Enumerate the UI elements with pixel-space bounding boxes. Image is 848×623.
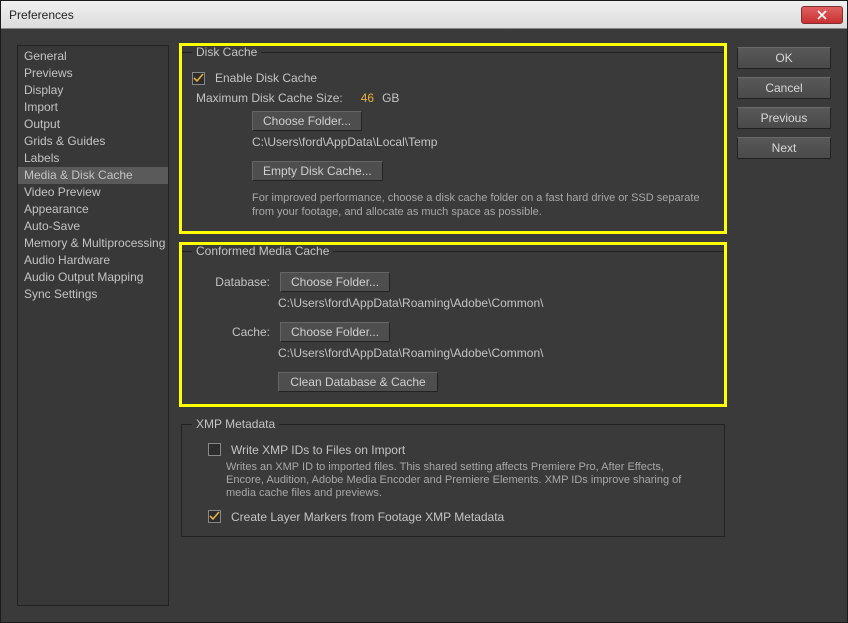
category-sidebar: GeneralPreviewsDisplayImportOutputGrids …	[17, 45, 169, 606]
enable-disk-cache-row: Enable Disk Cache	[192, 71, 714, 85]
check-icon	[193, 73, 204, 84]
clean-database-cache-button[interactable]: Clean Database & Cache	[278, 372, 438, 392]
disk-cache-choose-folder-row: Choose Folder...	[192, 111, 714, 131]
disk-cache-path-row: C:\Users\ford\AppData\Local\Temp	[192, 135, 714, 149]
cache-path: C:\Users\ford\AppData\Roaming\Adobe\Comm…	[278, 346, 543, 360]
close-icon	[817, 10, 827, 20]
cache-row: Cache: Choose Folder...	[192, 322, 714, 342]
cache-label: Cache:	[192, 325, 270, 339]
write-xmp-ids-label: Write XMP IDs to Files on Import	[231, 443, 405, 457]
empty-disk-cache-button[interactable]: Empty Disk Cache...	[252, 161, 383, 181]
disk-cache-path: C:\Users\ford\AppData\Local\Temp	[252, 135, 437, 149]
database-row: Database: Choose Folder...	[192, 272, 714, 292]
max-cache-size-label: Maximum Disk Cache Size:	[196, 91, 343, 105]
max-cache-size-row: Maximum Disk Cache Size: 46 GB	[192, 91, 714, 105]
dialog-button-column: OK Cancel Previous Next	[737, 45, 831, 606]
database-choose-folder-button[interactable]: Choose Folder...	[280, 272, 390, 292]
cache-path-row: C:\Users\ford\AppData\Roaming\Adobe\Comm…	[192, 346, 714, 360]
write-xmp-ids-help: Writes an XMP ID to imported files. This…	[192, 461, 714, 500]
sidebar-item-appearance[interactable]: Appearance	[18, 201, 168, 218]
ok-button[interactable]: OK	[737, 47, 831, 69]
write-xmp-row: Write XMP IDs to Files on Import	[192, 443, 714, 457]
sidebar-item-display[interactable]: Display	[18, 82, 168, 99]
conformed-cache-group: Conformed Media Cache Database: Choose F…	[181, 244, 725, 405]
database-label: Database:	[192, 275, 270, 289]
create-layer-markers-label: Create Layer Markers from Footage XMP Me…	[231, 510, 504, 524]
sidebar-item-auto-save[interactable]: Auto-Save	[18, 218, 168, 235]
sidebar-item-audio-hardware[interactable]: Audio Hardware	[18, 252, 168, 269]
preferences-window: Preferences GeneralPreviewsDisplayImport…	[0, 0, 848, 623]
next-button[interactable]: Next	[737, 137, 831, 159]
xmp-metadata-group: XMP Metadata Write XMP IDs to Files on I…	[181, 417, 725, 537]
sidebar-item-previews[interactable]: Previews	[18, 65, 168, 82]
max-cache-size-value[interactable]: 46	[361, 91, 374, 105]
sidebar-item-video-preview[interactable]: Video Preview	[18, 184, 168, 201]
dialog-body: GeneralPreviewsDisplayImportOutputGrids …	[1, 29, 847, 622]
sidebar-item-memory-multiprocessing[interactable]: Memory & Multiprocessing	[18, 235, 168, 252]
database-path-row: C:\Users\ford\AppData\Roaming\Adobe\Comm…	[192, 296, 714, 310]
clean-db-row: Clean Database & Cache	[192, 372, 714, 392]
disk-cache-help: For improved performance, choose a disk …	[192, 191, 714, 219]
sidebar-item-audio-output-mapping[interactable]: Audio Output Mapping	[18, 269, 168, 286]
write-xmp-ids-checkbox[interactable]	[208, 443, 221, 456]
sidebar-item-grids-guides[interactable]: Grids & Guides	[18, 133, 168, 150]
xmp-legend: XMP Metadata	[192, 417, 279, 431]
create-layer-markers-checkbox[interactable]	[208, 510, 221, 523]
cancel-button[interactable]: Cancel	[737, 77, 831, 99]
disk-cache-group: Disk Cache Enable Disk Cache Maximum Dis…	[181, 45, 725, 232]
create-markers-row: Create Layer Markers from Footage XMP Me…	[192, 510, 714, 524]
sidebar-item-sync-settings[interactable]: Sync Settings	[18, 286, 168, 303]
disk-cache-choose-folder-button[interactable]: Choose Folder...	[252, 111, 362, 131]
sidebar-item-media-disk-cache[interactable]: Media & Disk Cache	[18, 167, 168, 184]
enable-disk-cache-label: Enable Disk Cache	[215, 71, 317, 85]
max-cache-size-unit: GB	[382, 91, 399, 105]
cache-choose-folder-button[interactable]: Choose Folder...	[280, 322, 390, 342]
window-title: Preferences	[1, 8, 801, 22]
conformed-cache-legend: Conformed Media Cache	[192, 244, 333, 258]
empty-disk-cache-row: Empty Disk Cache...	[192, 161, 714, 181]
sidebar-item-output[interactable]: Output	[18, 116, 168, 133]
previous-button[interactable]: Previous	[737, 107, 831, 129]
check-icon	[209, 511, 220, 522]
sidebar-item-labels[interactable]: Labels	[18, 150, 168, 167]
titlebar: Preferences	[1, 1, 847, 29]
disk-cache-legend: Disk Cache	[192, 45, 261, 59]
sidebar-item-general[interactable]: General	[18, 48, 168, 65]
enable-disk-cache-checkbox[interactable]	[192, 72, 205, 85]
database-path: C:\Users\ford\AppData\Roaming\Adobe\Comm…	[278, 296, 543, 310]
sidebar-item-import[interactable]: Import	[18, 99, 168, 116]
settings-panel: Disk Cache Enable Disk Cache Maximum Dis…	[181, 45, 725, 606]
close-button[interactable]	[801, 6, 843, 24]
